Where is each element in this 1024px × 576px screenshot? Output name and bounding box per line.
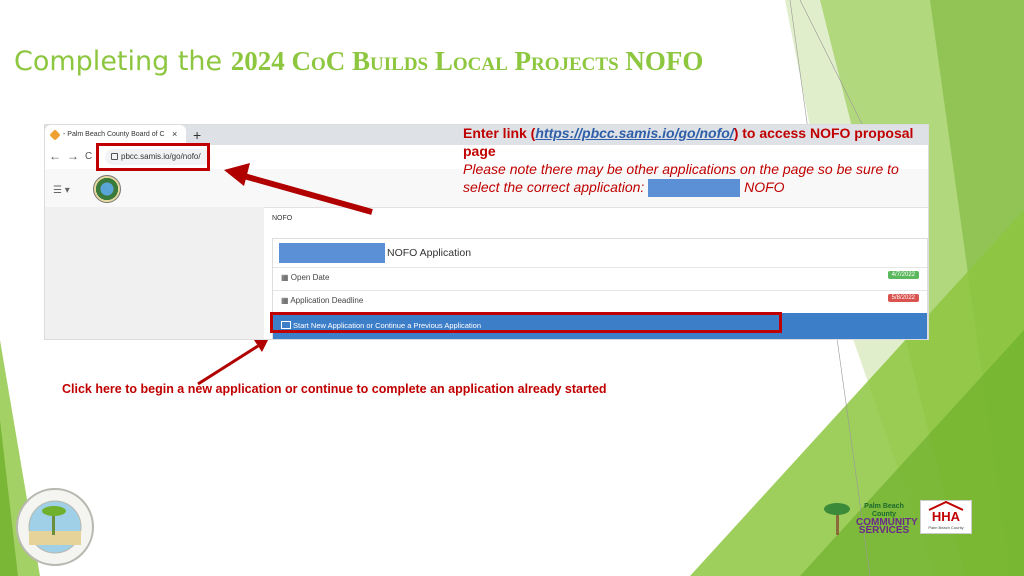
redacted-program-name-callout xyxy=(648,179,741,198)
community-services-text: Palm Beach County COMMUNITY SERVICES xyxy=(856,503,918,536)
hha-text: HHA xyxy=(931,509,961,524)
community-services-logo: Palm Beach County COMMUNITY SERVICES xyxy=(822,499,918,539)
instruction-callout: Enter link (https://pbcc.samis.io/go/nof… xyxy=(463,124,933,198)
palm-tree-icon xyxy=(824,503,850,535)
callout-note-suffix: NOFO xyxy=(740,179,785,195)
url-arrow-shaft xyxy=(243,173,373,215)
palm-beach-county-seal-logo xyxy=(16,488,94,566)
hha-logo: HHA Palm Beach County xyxy=(920,500,972,534)
url-arrow-head xyxy=(224,163,250,186)
start-arrow-shaft xyxy=(197,344,259,386)
callout-note: Please note there may be other applicati… xyxy=(463,160,933,198)
nofo-link[interactable]: https://pbcc.samis.io/go/nofo/ xyxy=(535,125,733,141)
click-instruction: Click here to begin a new application or… xyxy=(62,382,607,396)
pbc-line3: SERVICES xyxy=(858,525,910,536)
callout-link-line: Enter link (https://pbcc.samis.io/go/nof… xyxy=(463,124,933,160)
callout-prefix: Enter link ( xyxy=(463,125,536,141)
annotation-arrows xyxy=(197,163,373,386)
hha-subtext: Palm Beach County xyxy=(928,525,964,530)
